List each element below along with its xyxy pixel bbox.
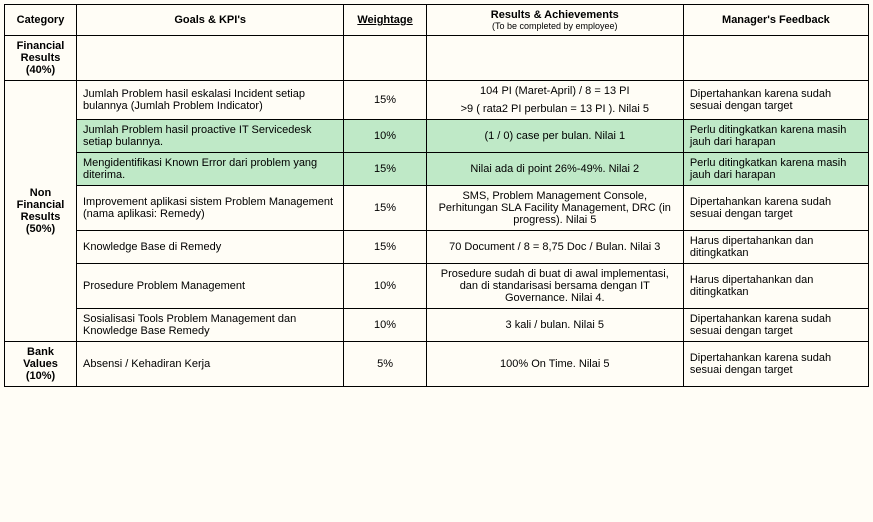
cell-goal: Absensi / Kehadiran Kerja	[77, 342, 344, 387]
cell-goal: Knowledge Base di Remedy	[77, 231, 344, 264]
cell-goal: Sosialisasi Tools Problem Management dan…	[77, 309, 344, 342]
cell-feedback: Harus dipertahankan dan ditingkatkan	[683, 264, 868, 309]
cell-goal: Mengidentifikasi Known Error dari proble…	[77, 153, 344, 186]
cat-nonfinancial: Non Financial Results (50%)	[5, 81, 77, 342]
cat-financial: Financial Results (40%)	[5, 36, 77, 81]
cell-result: 100% On Time. Nilai 5	[426, 342, 683, 387]
cell-weight: 15%	[344, 153, 426, 186]
row-8: Bank Values (10%) Absensi / Kehadiran Ke…	[5, 342, 869, 387]
cell-result: Prosedure sudah di buat di awal implemen…	[426, 264, 683, 309]
cell-feedback: Perlu ditingkatkan karena masih jauh dar…	[683, 153, 868, 186]
cell-feedback: Dipertahankan karena sudah sesuai dengan…	[683, 309, 868, 342]
cell-feedback: Dipertahankan karena sudah sesuai dengan…	[683, 342, 868, 387]
cell-goal: Jumlah Problem hasil eskalasi Incident s…	[77, 81, 344, 120]
row-financial-empty: Financial Results (40%)	[5, 36, 869, 81]
cell-feedback: Harus dipertahankan dan ditingkatkan	[683, 231, 868, 264]
cell-feedback: Perlu ditingkatkan karena masih jauh dar…	[683, 120, 868, 153]
cell-goal: Improvement aplikasi sistem Problem Mana…	[77, 186, 344, 231]
cell-result: 70 Document / 8 = 8,75 Doc / Bulan. Nila…	[426, 231, 683, 264]
hdr-feedback: Manager's Feedback	[683, 5, 868, 36]
row-4: Improvement aplikasi sistem Problem Mana…	[5, 186, 869, 231]
cell-feedback: Dipertahankan karena sudah sesuai dengan…	[683, 186, 868, 231]
header-row: Category Goals & KPI's Weightage Results…	[5, 5, 869, 36]
cell-result: SMS, Problem Management Console, Perhitu…	[426, 186, 683, 231]
cell-weight: 5%	[344, 342, 426, 387]
row-7: Sosialisasi Tools Problem Management dan…	[5, 309, 869, 342]
cell-weight: 15%	[344, 186, 426, 231]
hdr-weightage: Weightage	[344, 5, 426, 36]
cell-weight: 10%	[344, 309, 426, 342]
cell-weight: 15%	[344, 231, 426, 264]
cell-feedback: Dipertahankan karena sudah sesuai dengan…	[683, 81, 868, 120]
cell-result: 3 kali / bulan. Nilai 5	[426, 309, 683, 342]
cat-bank: Bank Values (10%)	[5, 342, 77, 387]
cell-result: Nilai ada di point 26%-49%. Nilai 2	[426, 153, 683, 186]
row-6: Prosedure Problem Management 10% Prosedu…	[5, 264, 869, 309]
cell-weight: 10%	[344, 120, 426, 153]
hdr-category: Category	[5, 5, 77, 36]
hdr-results: Results & Achievements (To be completed …	[426, 5, 683, 36]
hdr-goals: Goals & KPI's	[77, 5, 344, 36]
cell-result: 104 PI (Maret-April) / 8 = 13 PI >9 ( ra…	[426, 81, 683, 120]
row-3: Mengidentifikasi Known Error dari proble…	[5, 153, 869, 186]
cell-weight: 15%	[344, 81, 426, 120]
cell-goal: Prosedure Problem Management	[77, 264, 344, 309]
kpi-table: Category Goals & KPI's Weightage Results…	[4, 4, 869, 387]
row-1: Non Financial Results (50%) Jumlah Probl…	[5, 81, 869, 120]
row-2: Jumlah Problem hasil proactive IT Servic…	[5, 120, 869, 153]
cell-goal: Jumlah Problem hasil proactive IT Servic…	[77, 120, 344, 153]
row-5: Knowledge Base di Remedy 15% 70 Document…	[5, 231, 869, 264]
cell-result: (1 / 0) case per bulan. Nilai 1	[426, 120, 683, 153]
cell-weight: 10%	[344, 264, 426, 309]
